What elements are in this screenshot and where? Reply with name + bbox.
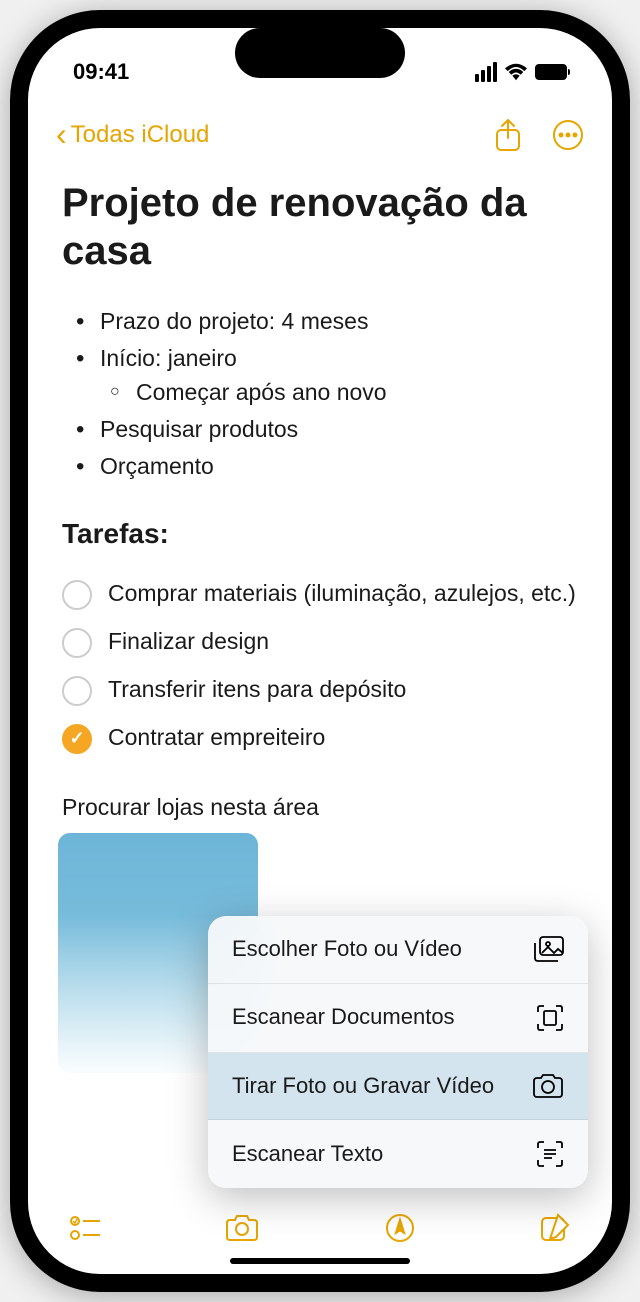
more-icon — [552, 119, 584, 151]
note-title[interactable]: Projeto de renovação da casa — [62, 179, 578, 275]
status-time: 09:41 — [73, 59, 129, 85]
screen: 09:41 ‹ Todas iCloud — [28, 28, 612, 1274]
bullet-item[interactable]: Pesquisar produtos — [62, 411, 578, 448]
navigation-bar: ‹ Todas iCloud — [28, 98, 612, 171]
cellular-icon — [475, 62, 497, 82]
share-button[interactable] — [494, 118, 522, 152]
task-item[interactable]: Finalizar design — [62, 618, 578, 666]
chevron-left-icon: ‹ — [56, 116, 67, 153]
bullet-item[interactable]: Prazo do projeto: 4 meses — [62, 303, 578, 340]
menu-label: Escolher Foto ou Vídeo — [232, 936, 474, 962]
body-text[interactable]: Procurar lojas nesta área — [62, 794, 578, 821]
checklist-button[interactable] — [70, 1215, 100, 1241]
more-button[interactable] — [552, 119, 584, 151]
task-item[interactable]: Comprar materiais (iluminação, azulejos,… — [62, 570, 578, 618]
camera-button[interactable] — [225, 1214, 259, 1242]
task-checkbox-checked[interactable]: ✓ — [62, 724, 92, 754]
bullet-text: Início: janeiro — [100, 345, 237, 371]
scan-text-icon — [536, 1140, 564, 1168]
battery-icon — [535, 64, 567, 80]
menu-take-photo[interactable]: Tirar Foto ou Gravar Vídeo — [208, 1053, 588, 1120]
scan-document-icon — [536, 1004, 564, 1032]
task-checkbox[interactable] — [62, 628, 92, 658]
task-checkbox[interactable] — [62, 580, 92, 610]
checklist-icon — [70, 1215, 100, 1241]
task-label[interactable]: Comprar materiais (iluminação, azulejos,… — [108, 578, 576, 609]
camera-icon — [225, 1214, 259, 1242]
menu-label: Tirar Foto ou Gravar Vídeo — [232, 1073, 506, 1099]
menu-choose-photo[interactable]: Escolher Foto ou Vídeo — [208, 916, 588, 983]
bullet-list[interactable]: Prazo do projeto: 4 meses Início: janeir… — [62, 303, 578, 486]
bullet-item[interactable]: Início: janeiro Começar após ano novo — [62, 340, 578, 411]
tasks-heading[interactable]: Tarefas: — [62, 518, 578, 550]
task-list: Comprar materiais (iluminação, azulejos,… — [62, 570, 578, 762]
status-indicators — [475, 62, 567, 82]
menu-scan-documents[interactable]: Escanear Documentos — [208, 984, 588, 1053]
compose-button[interactable] — [540, 1213, 570, 1243]
wifi-icon — [505, 63, 527, 81]
menu-scan-text[interactable]: Escanear Texto — [208, 1120, 588, 1188]
compose-icon — [540, 1213, 570, 1243]
camera-icon — [532, 1073, 564, 1099]
dynamic-island — [235, 28, 405, 78]
task-label[interactable]: Contratar empreiteiro — [108, 722, 325, 753]
task-checkbox[interactable] — [62, 676, 92, 706]
menu-label: Escanear Documentos — [232, 1004, 467, 1030]
task-label[interactable]: Finalizar design — [108, 626, 269, 657]
bullet-item[interactable]: Orçamento — [62, 448, 578, 485]
sub-bullet-item[interactable]: Começar após ano novo — [100, 376, 578, 409]
camera-context-menu: Escolher Foto ou Vídeo Escanear Document… — [208, 916, 588, 1188]
markup-button[interactable] — [385, 1213, 415, 1243]
task-item[interactable]: ✓ Contratar empreiteiro — [62, 714, 578, 762]
markup-icon — [385, 1213, 415, 1243]
phone-frame: 09:41 ‹ Todas iCloud — [10, 10, 630, 1292]
share-icon — [494, 118, 522, 152]
task-label[interactable]: Transferir itens para depósito — [108, 674, 406, 705]
photo-library-icon — [534, 936, 564, 962]
menu-label: Escanear Texto — [232, 1141, 395, 1167]
task-item[interactable]: Transferir itens para depósito — [62, 666, 578, 714]
back-button[interactable]: ‹ Todas iCloud — [56, 116, 209, 153]
bottom-toolbar — [28, 1196, 612, 1274]
back-label: Todas iCloud — [71, 121, 210, 149]
